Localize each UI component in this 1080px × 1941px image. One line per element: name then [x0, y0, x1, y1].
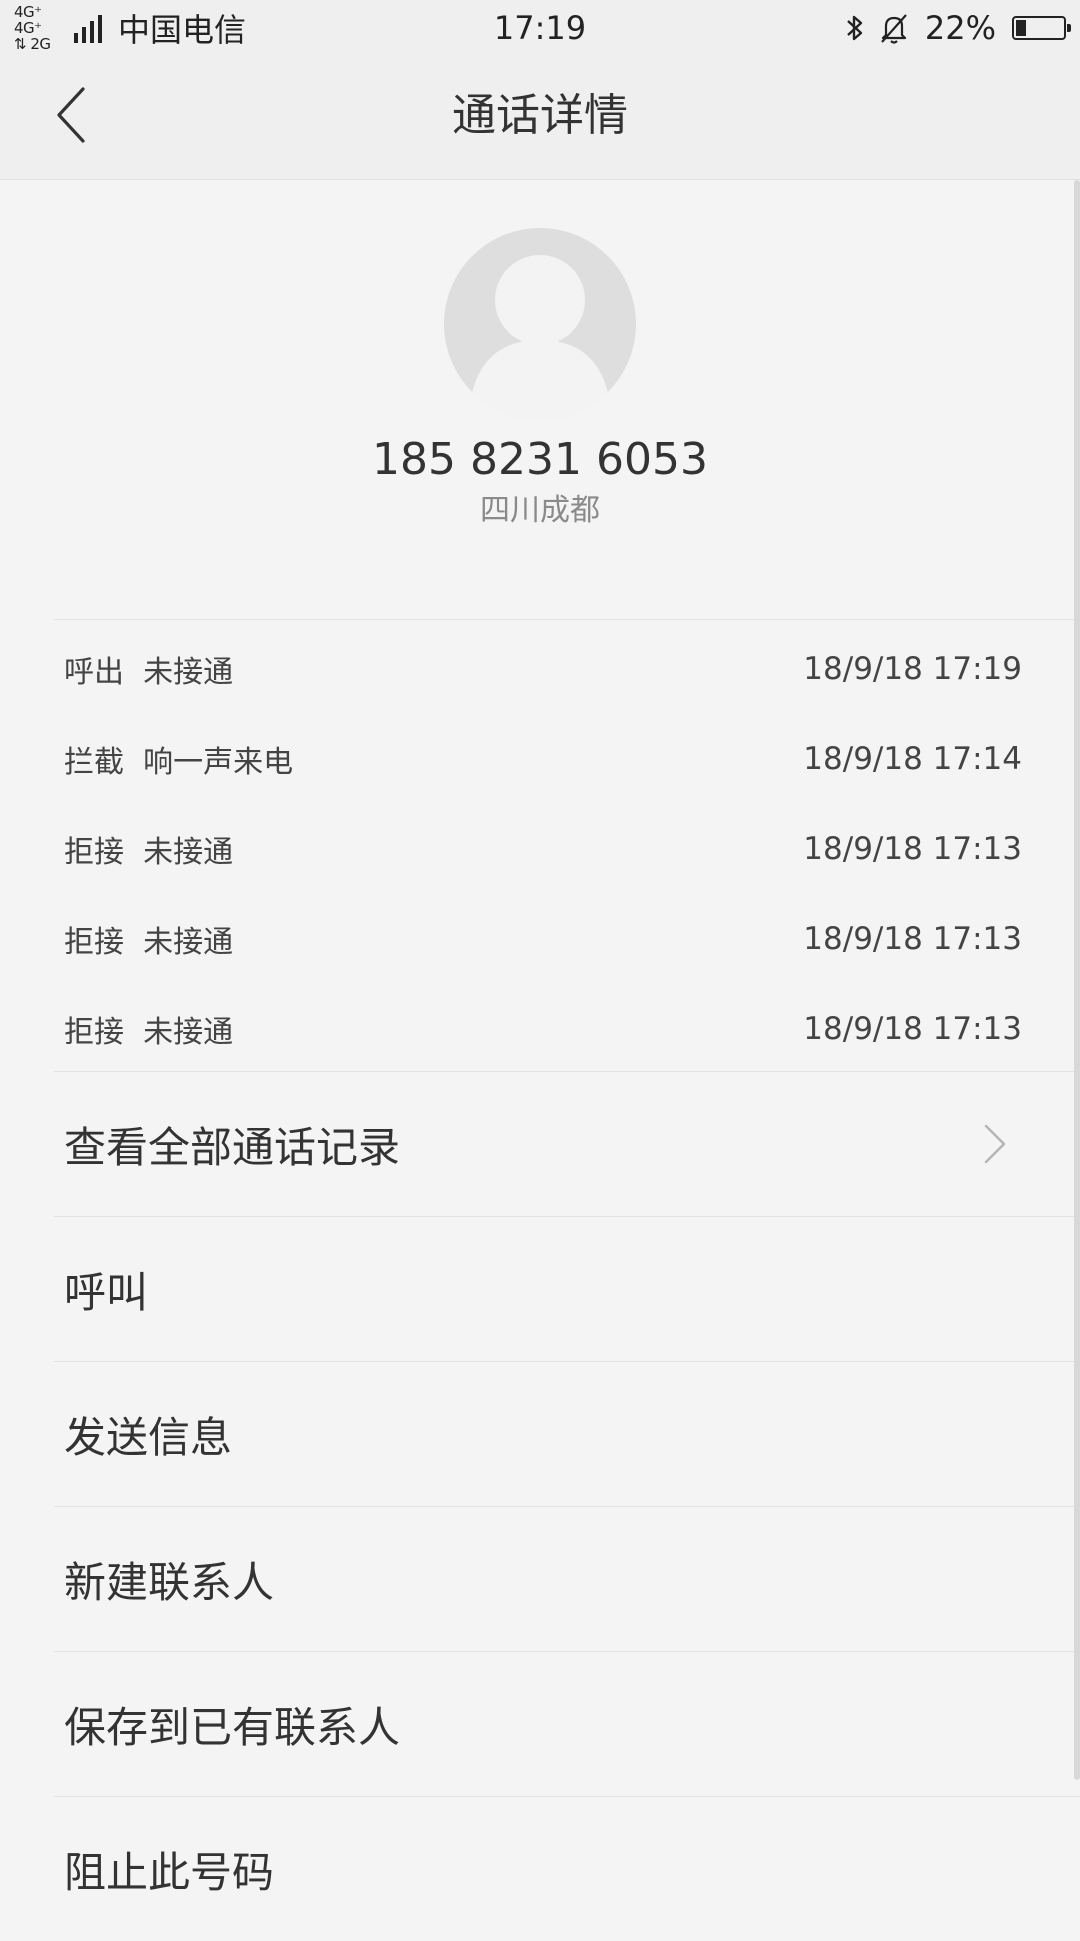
call-type: 拒接 未接通 [64, 925, 234, 960]
call-log-row: 呼出 未接通 18/9/18 17:19 [64, 639, 1022, 699]
chevron-right-icon [984, 1124, 1006, 1164]
call-log-list: 呼出 未接通 18/9/18 17:19 拦截 响一声来电 18/9/18 17… [54, 619, 1080, 1072]
action-list: 查看全部通话记录 呼叫 发送信息 新建联系人 保存到已有联系人 阻止此号码 [54, 1071, 1080, 1941]
call-time: 18/9/18 17:13 [803, 831, 1022, 867]
call-log-row: 拒接 未接通 18/9/18 17:13 [64, 819, 1022, 879]
view-all-call-records-button[interactable]: 查看全部通话记录 [54, 1071, 1080, 1216]
status-bar: 4G⁺ 4G⁺ ⇅ 2G 中国电信 17:19 22% [0, 0, 1080, 56]
app-header: 通话详情 [0, 56, 1080, 180]
call-time: 18/9/18 17:14 [803, 741, 1022, 777]
scrollbar[interactable] [1074, 180, 1080, 1780]
block-number-button[interactable]: 阻止此号码 [54, 1796, 1080, 1941]
send-message-button[interactable]: 发送信息 [54, 1361, 1080, 1506]
call-time: 18/9/18 17:19 [803, 651, 1022, 687]
call-type: 呼出 未接通 [64, 655, 234, 690]
call-button[interactable]: 呼叫 [54, 1216, 1080, 1361]
phone-number: 185 8231 6053 [372, 434, 708, 485]
battery-percentage: 22% [924, 9, 996, 47]
call-log-row: 拦截 响一声来电 18/9/18 17:14 [64, 729, 1022, 789]
page-title: 通话详情 [452, 90, 628, 141]
call-type: 拦截 响一声来电 [64, 745, 294, 780]
action-label: 阻止此号码 [64, 1847, 275, 1897]
new-contact-button[interactable]: 新建联系人 [54, 1506, 1080, 1651]
call-log-row: 拒接 未接通 18/9/18 17:13 [64, 999, 1022, 1059]
action-label: 发送信息 [64, 1412, 233, 1462]
avatar[interactable] [444, 228, 636, 420]
battery-level-fill [1016, 20, 1026, 36]
call-type: 拒接 未接通 [64, 1015, 234, 1050]
save-to-existing-contact-button[interactable]: 保存到已有联系人 [54, 1651, 1080, 1796]
action-label: 呼叫 [64, 1267, 149, 1317]
contact-profile: 185 8231 6053 四川成都 [0, 180, 1080, 620]
call-type: 拒接 未接通 [64, 835, 234, 870]
action-label: 新建联系人 [64, 1557, 275, 1607]
action-label: 保存到已有联系人 [64, 1702, 401, 1752]
battery-icon [1012, 16, 1071, 40]
call-log-row: 拒接 未接通 18/9/18 17:13 [64, 909, 1022, 969]
bell-muted-icon [881, 14, 907, 44]
action-label: 查看全部通话记录 [64, 1122, 401, 1172]
call-time: 18/9/18 17:13 [803, 1011, 1022, 1047]
bluetooth-icon [847, 15, 863, 41]
phone-location: 四川成都 [480, 493, 600, 528]
status-bar-right: 22% [843, 6, 1071, 50]
call-time: 18/9/18 17:13 [803, 921, 1022, 957]
